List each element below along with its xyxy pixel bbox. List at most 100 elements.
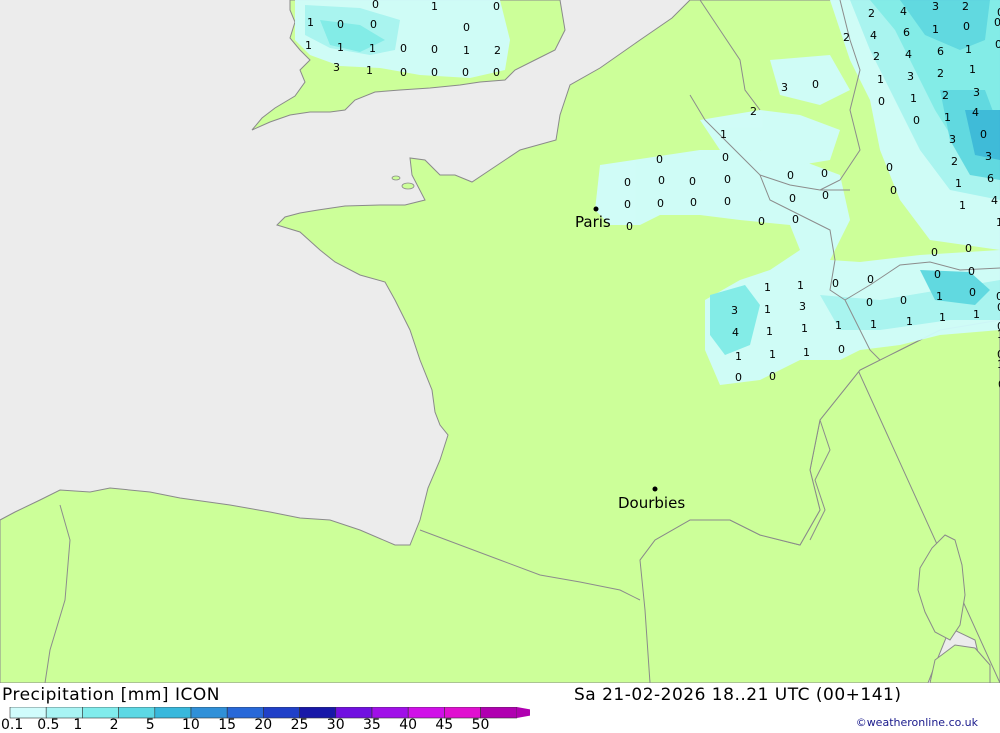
precip-value-label: 0 bbox=[690, 196, 697, 209]
precip-value-label: 2 bbox=[843, 31, 850, 44]
precip-value-label: 1 bbox=[305, 39, 312, 52]
precip-value-label: 0 bbox=[968, 265, 975, 278]
precip-value-label: 3 bbox=[932, 0, 939, 13]
precip-value-label: 1 bbox=[996, 216, 1000, 229]
credit-text: ©weatheronline.co.uk bbox=[855, 716, 978, 729]
precip-value-label: 0 bbox=[400, 66, 407, 79]
legend-tick-label: 35 bbox=[363, 717, 381, 733]
legend-tick-label: 0.1 bbox=[1, 717, 24, 733]
precip-value-label: 0 bbox=[689, 175, 696, 188]
precip-value-label: 3 bbox=[907, 70, 914, 83]
map-canvas: 1 0 0 1 1 1 0 0 1 2 3 1 0 0 0 0 1 0 0 0 2 4 3 2 2 4 6 1 0 0 2 4 6 1 0 1 3 2 1 0… bbox=[0, 0, 1000, 684]
legend-tick-label: 25 bbox=[290, 717, 309, 733]
precip-value-label: 1 bbox=[906, 315, 913, 328]
precip-value-label: 0 bbox=[789, 192, 796, 205]
precip-value-label: 1 bbox=[932, 23, 939, 36]
precip-value-label: 1 bbox=[766, 325, 773, 338]
precip-value-label: 0 bbox=[400, 42, 407, 55]
precip-value-label: 1 bbox=[803, 346, 810, 359]
precip-value-label: 2 bbox=[868, 7, 875, 20]
legend-tick-label: 1 bbox=[73, 717, 83, 733]
precip-value-label: 1 bbox=[366, 64, 373, 77]
precip-value-label: 0 bbox=[337, 18, 344, 31]
precip-value-label: 1 bbox=[877, 73, 884, 86]
precip-value-label: 1 bbox=[720, 128, 727, 141]
precip-value-label: 3 bbox=[333, 61, 340, 74]
precip-value-label: 0 bbox=[913, 114, 920, 127]
precip-value-label: 0 bbox=[965, 242, 972, 255]
precip-value-label: 0 bbox=[821, 167, 828, 180]
precip-value-label: 0 bbox=[431, 66, 438, 79]
precip-value-label: 0 bbox=[886, 161, 893, 174]
precip-value-label: 1 bbox=[936, 290, 943, 303]
precip-value-label: 6 bbox=[903, 26, 910, 39]
precip-value-label: 0 bbox=[624, 198, 631, 211]
precip-value-label: 0 bbox=[722, 151, 729, 164]
precip-value-label: 3 bbox=[799, 300, 806, 313]
legend-tick-label: 2 bbox=[109, 717, 119, 733]
precip-value-label: 4 bbox=[905, 48, 912, 61]
precip-value-label: 0 bbox=[372, 0, 379, 11]
precip-value-label: 3 bbox=[781, 81, 788, 94]
legend-tick-label: 20 bbox=[254, 717, 273, 733]
precip-value-label: 0 bbox=[838, 343, 845, 356]
legend-tick-label: 5 bbox=[145, 717, 155, 733]
precip-value-label: 0 bbox=[963, 20, 970, 33]
precip-value-label: 4 bbox=[900, 5, 907, 18]
precip-value-label: 0 bbox=[890, 184, 897, 197]
legend-overflow-arrow bbox=[516, 707, 530, 718]
precip-value-label: 1 bbox=[337, 41, 344, 54]
precip-value-label: 0 bbox=[787, 169, 794, 182]
precip-value-label: 1 bbox=[764, 303, 771, 316]
precip-value-label: 4 bbox=[991, 194, 998, 207]
legend-tick-label: 50 bbox=[471, 717, 490, 733]
city-label-dourbies: Dourbies bbox=[618, 494, 685, 512]
precip-value-label: 0 bbox=[769, 370, 776, 383]
precip-value-label: 0 bbox=[832, 277, 839, 290]
precip-value-label: 2 bbox=[494, 44, 501, 57]
precip-value-label: 1 bbox=[769, 348, 776, 361]
legend-tick-label: 10 bbox=[182, 717, 200, 733]
precip-value-label: 2 bbox=[750, 105, 757, 118]
precip-value-label: 0 bbox=[812, 78, 819, 91]
city-marker-paris bbox=[593, 206, 599, 212]
island-guernsey bbox=[391, 175, 401, 181]
precip-value-label: 0 bbox=[724, 173, 731, 186]
precip-value-label: 1 bbox=[764, 281, 771, 294]
legend-tick-label: 15 bbox=[218, 717, 237, 733]
precip-value-label: 0 bbox=[969, 286, 976, 299]
precip-value-label: 2 bbox=[942, 89, 949, 102]
precip-value-label: 1 bbox=[801, 322, 808, 335]
precip-value-label: 3 bbox=[985, 150, 992, 163]
precip-value-label: 1 bbox=[910, 92, 917, 105]
precip-value-label: 2 bbox=[937, 67, 944, 80]
legend-tick-label: 45 bbox=[435, 717, 454, 733]
precip-value-label: 4 bbox=[972, 106, 979, 119]
precip-value-label: 1 bbox=[955, 177, 962, 190]
precip-value-label: 1 bbox=[944, 111, 951, 124]
precip-value-label: 1 bbox=[939, 311, 946, 324]
footer-legend: Precipitation [mm] ICON Sa 21-02-2026 18… bbox=[0, 683, 1000, 733]
precip-value-label: 2 bbox=[951, 155, 958, 168]
island-jersey bbox=[401, 182, 415, 190]
precip-value-label: 1 bbox=[735, 350, 742, 363]
precip-value-label: 1 bbox=[959, 199, 966, 212]
precip-value-label: 0 bbox=[866, 296, 873, 309]
precip-value-label: 3 bbox=[949, 133, 956, 146]
precip-value-label: 0 bbox=[656, 153, 663, 166]
precip-value-label: 3 bbox=[731, 304, 738, 317]
precip-value-label: 0 bbox=[758, 215, 765, 228]
precip-value-label: 0 bbox=[995, 38, 1000, 51]
precip-value-label: 0 bbox=[980, 128, 987, 141]
precip-value-label: 0 bbox=[878, 95, 885, 108]
precip-value-label: 2 bbox=[962, 0, 969, 13]
precip-value-label: 1 bbox=[431, 0, 438, 13]
city-label-paris: Paris bbox=[575, 213, 611, 231]
precip-value-label: 0 bbox=[370, 18, 377, 31]
precip-value-label: 3 bbox=[973, 86, 980, 99]
precip-value-label: 6 bbox=[987, 172, 994, 185]
precip-value-label: 0 bbox=[626, 220, 633, 233]
precip-value-label: 0 bbox=[931, 246, 938, 259]
precip-value-label: 0 bbox=[462, 66, 469, 79]
legend-tick-label: 40 bbox=[399, 717, 418, 733]
